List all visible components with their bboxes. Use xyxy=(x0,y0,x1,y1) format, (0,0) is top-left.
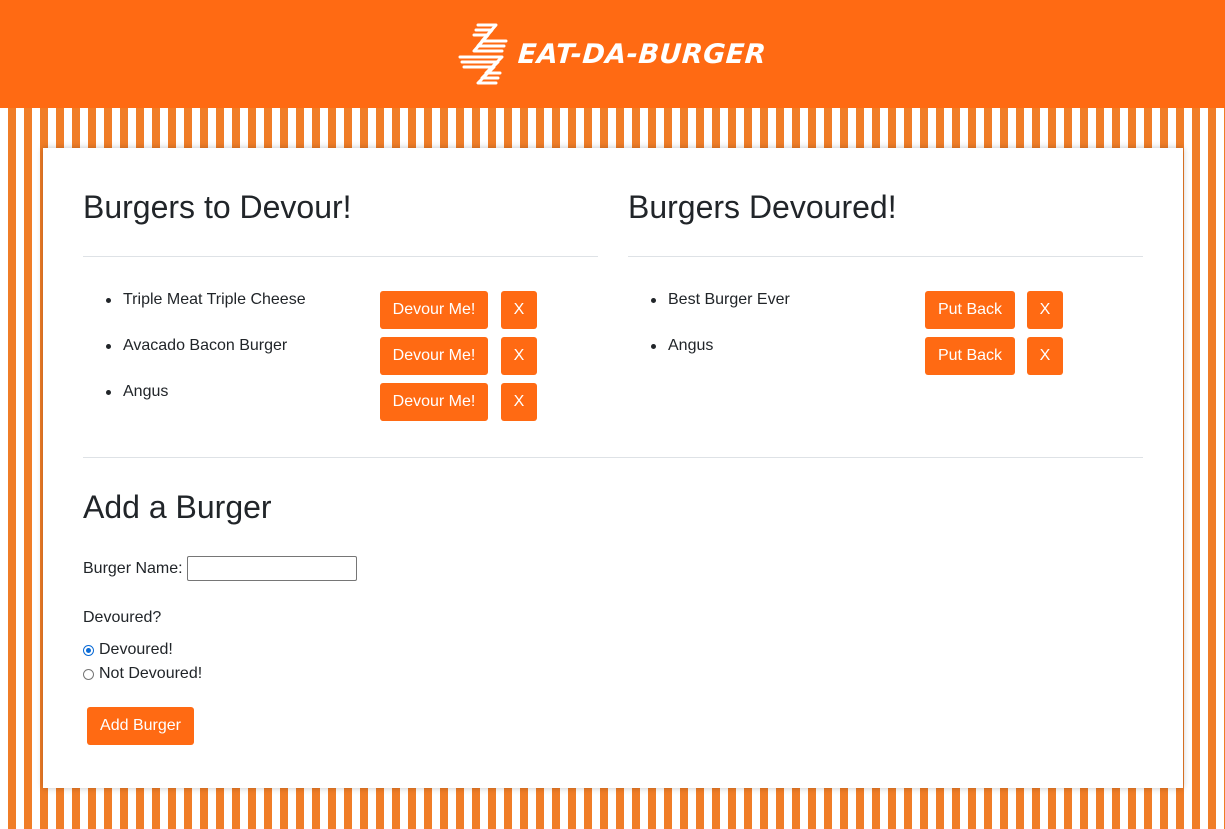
divider xyxy=(628,256,1143,257)
add-burger-title: Add a Burger xyxy=(83,489,272,525)
devoured-title: Burgers Devoured! xyxy=(628,189,897,225)
main-card: Burgers to Devour! Triple Meat Triple Ch… xyxy=(43,148,1183,788)
radio-devoured[interactable]: Devoured! xyxy=(83,641,173,659)
delete-button[interactable]: X xyxy=(501,383,537,421)
devoured-question: Devoured? xyxy=(83,609,162,626)
list-item: Angus Devour Me! X xyxy=(83,380,598,426)
add-burger-button[interactable]: Add Burger xyxy=(87,707,194,745)
burger-name: Angus xyxy=(668,337,714,354)
to-devour-list: Triple Meat Triple Cheese Devour Me! X A… xyxy=(83,288,598,426)
radio-button[interactable] xyxy=(83,668,94,680)
bullet-icon xyxy=(106,298,111,303)
burger-name: Triple Meat Triple Cheese xyxy=(123,291,306,308)
burger-name: Avacado Bacon Burger xyxy=(123,337,288,354)
burger-name-row: Burger Name: xyxy=(83,556,357,581)
delete-button[interactable]: X xyxy=(501,291,537,329)
to-devour-title: Burgers to Devour! xyxy=(83,189,352,225)
burger-name-input[interactable] xyxy=(186,556,357,581)
devour-button[interactable]: Devour Me! xyxy=(380,337,488,375)
delete-button[interactable]: X xyxy=(501,337,537,375)
devour-button[interactable]: Devour Me! xyxy=(380,291,488,329)
site-logo[interactable]: EAT-DA-BURGER xyxy=(456,21,768,87)
radio-not-devoured[interactable]: Not Devoured! xyxy=(83,665,202,683)
burger-name: Angus xyxy=(123,383,169,400)
bullet-icon xyxy=(106,344,111,349)
devoured-list: Best Burger Ever Put Back X Angus Put Ba… xyxy=(628,288,1143,380)
burger-name-label: Burger Name: xyxy=(83,559,183,577)
list-item: Avacado Bacon Burger Devour Me! X xyxy=(83,334,598,380)
put-back-button[interactable]: Put Back xyxy=(925,291,1015,329)
put-back-button[interactable]: Put Back xyxy=(925,337,1015,375)
radio-label: Not Devoured! xyxy=(99,665,203,682)
site-header: EAT-DA-BURGER xyxy=(0,0,1225,108)
section-divider xyxy=(83,457,1143,458)
delete-button[interactable]: X xyxy=(1027,291,1063,329)
bullet-icon xyxy=(651,344,656,349)
radio-button-checked[interactable] xyxy=(83,644,94,656)
bullet-icon xyxy=(651,298,656,303)
radio-label: Devoured! xyxy=(99,641,173,658)
logo-text: EAT-DA-BURGER xyxy=(517,38,768,70)
list-item: Best Burger Ever Put Back X xyxy=(628,288,1143,334)
bullet-icon xyxy=(106,390,111,395)
logo-stripes-icon xyxy=(458,23,508,85)
list-item: Triple Meat Triple Cheese Devour Me! X xyxy=(83,288,598,334)
divider xyxy=(83,256,598,257)
delete-button[interactable]: X xyxy=(1027,337,1063,375)
devour-button[interactable]: Devour Me! xyxy=(380,383,488,421)
list-item: Angus Put Back X xyxy=(628,334,1143,380)
burger-name: Best Burger Ever xyxy=(668,291,790,308)
